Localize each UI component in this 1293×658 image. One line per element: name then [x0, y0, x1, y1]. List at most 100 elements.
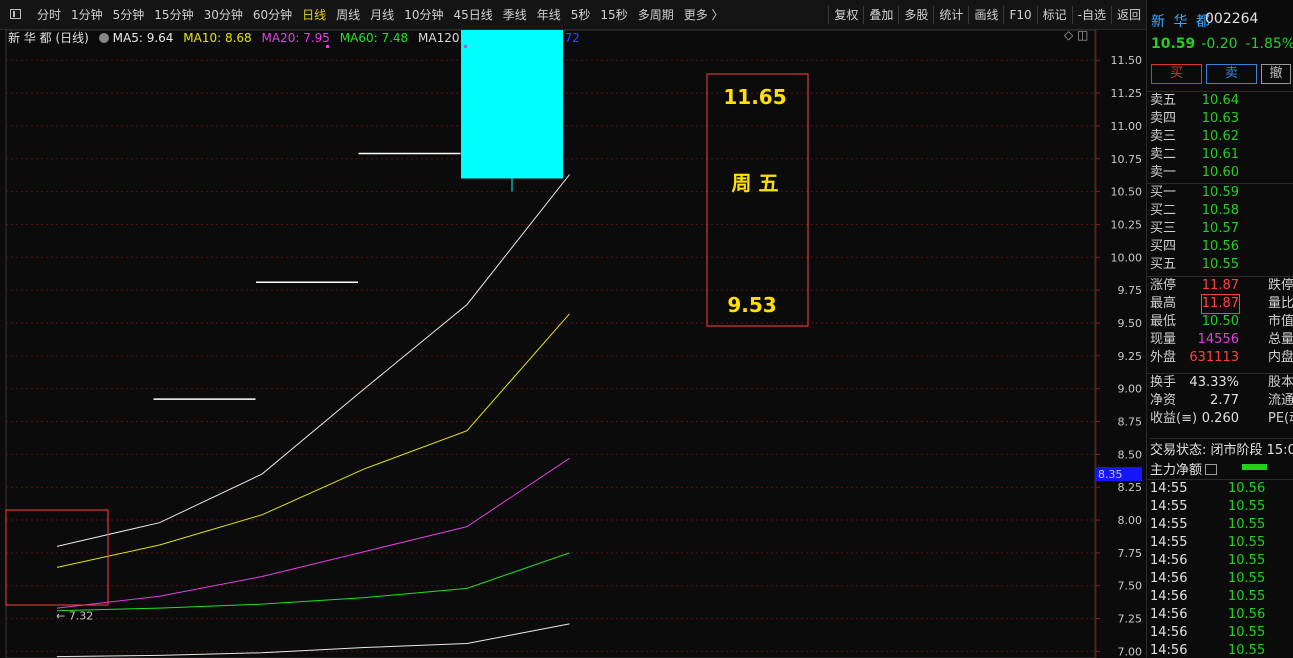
price-change-pct: -1.85%: [1245, 36, 1293, 52]
y-tick-label: 8.75: [1118, 416, 1143, 429]
stats1-label: 涨停: [1150, 278, 1177, 293]
stats2-value: 2.77: [1210, 393, 1239, 408]
period-tab-3[interactable]: 15分钟: [149, 7, 198, 23]
bid-book: 买一 10.59 买二 10.58 买三 10.57 买四 10.56 买五 10.55: [1147, 183, 1293, 274]
tick-row: 14:55 10.55: [1147, 516, 1293, 534]
tick-row: 14:56 10.55: [1147, 570, 1293, 588]
tick-price: 10.55: [1228, 625, 1266, 640]
bids-row: 买二 10.58: [1147, 202, 1293, 220]
stats2-value: 43.33%: [1189, 375, 1239, 390]
tick-time: 14:56: [1150, 643, 1188, 658]
bids-row: 买三 10.57: [1147, 220, 1293, 238]
stats1-value: 11.87: [1201, 278, 1239, 293]
kline-chart[interactable]: 11.50 11.25 11.00 10.75 10.50 10.25 10.00 9.75 9…: [0, 30, 1146, 658]
period-tab-5[interactable]: 60分钟: [248, 7, 297, 23]
bids-row: 买四 10.56: [1147, 238, 1293, 256]
annotation-top-value: 11.65: [723, 85, 786, 109]
period-tab-4[interactable]: 30分钟: [199, 7, 248, 23]
tool-button-4[interactable]: 画线: [968, 6, 1003, 24]
annotation-day: 周 五: [732, 171, 779, 195]
period-tab-12[interactable]: 年线: [532, 7, 566, 23]
asks-value: 10.61: [1201, 147, 1239, 162]
buy-button[interactable]: 买: [1151, 64, 1202, 84]
main-flow-label: 主力净额: [1150, 463, 1203, 478]
stats-block-1: 涨停 11.87 跌停 最高 11.87 量比 最低 10.50 市值 现量 14556 总量 外盘 63…: [1147, 276, 1293, 367]
asks-value: 10.63: [1201, 111, 1239, 126]
period-tab-6[interactable]: 日线: [297, 7, 331, 23]
tick-time: 14:56: [1150, 589, 1188, 604]
stats1-value: 631113: [1189, 350, 1239, 365]
bids-label: 买二: [1150, 203, 1177, 218]
tool-button-3[interactable]: 统计: [933, 6, 968, 24]
stats2-right-label: PE(动: [1268, 411, 1293, 426]
bids-label: 买三: [1150, 221, 1177, 236]
stats1-row: 外盘 631113 内盘: [1147, 349, 1293, 367]
ma10-line: [56, 313, 570, 568]
period-tab-13[interactable]: 5秒: [566, 7, 596, 23]
period-tab-15[interactable]: 多周期: [633, 7, 679, 23]
tool-button-2[interactable]: 多股: [898, 6, 933, 24]
panel-toggle-icon[interactable]: [10, 9, 21, 19]
stats2-right-label: 流通: [1268, 393, 1293, 408]
y-tick-label: 7.75: [1118, 547, 1143, 560]
stats1-right-label: 内盘: [1268, 350, 1293, 365]
stats1-row: 最低 10.50 市值: [1147, 313, 1293, 331]
y-tick-label: 11.00: [1111, 120, 1143, 133]
period-tab-10[interactable]: 45日线: [448, 7, 497, 23]
asks-label: 卖四: [1150, 111, 1177, 126]
y-tick-label: 8.00: [1118, 514, 1143, 527]
period-tab-16[interactable]: 更多 〉: [679, 7, 729, 23]
tick-time: 14:55: [1150, 535, 1188, 550]
tick-time: 14:55: [1150, 499, 1188, 514]
stats1-label: 外盘: [1150, 350, 1177, 365]
y-tick-label: 10.75: [1111, 153, 1143, 166]
stats1-row: 现量 14556 总量: [1147, 331, 1293, 349]
period-tab-9[interactable]: 10分钟: [399, 7, 448, 23]
period-tab-8[interactable]: 月线: [365, 7, 399, 23]
tick-price: 10.56: [1228, 481, 1266, 496]
stats-block-2: 换手 43.33% 股本净资 2.77 流通收益(≡)0.260 PE(动: [1147, 373, 1293, 428]
tick-row: 14:56 10.55: [1147, 588, 1293, 606]
sell-button[interactable]: 卖: [1206, 64, 1257, 84]
top-marker: [464, 45, 467, 48]
y-tick-label: 9.00: [1118, 383, 1143, 396]
tick-price: 10.55: [1228, 571, 1266, 586]
trade-buttons: 买 卖 撤: [1151, 64, 1291, 84]
asks-row: 卖四 10.63: [1147, 110, 1293, 128]
tick-price: 10.55: [1228, 517, 1266, 532]
y-tick-label: 11.50: [1111, 54, 1143, 67]
asks-value: 10.60: [1201, 165, 1239, 180]
bids-row: 买五 10.55: [1147, 256, 1293, 274]
period-tab-14[interactable]: 15秒: [595, 7, 632, 23]
period-tab-2[interactable]: 5分钟: [108, 7, 150, 23]
y-tick-label: 7.25: [1118, 613, 1143, 626]
y-tick-label: 10.50: [1111, 186, 1143, 199]
bids-row: 买一 10.59: [1147, 184, 1293, 202]
tool-button-8[interactable]: 返回: [1110, 6, 1146, 24]
asks-row: 卖三 10.62: [1147, 128, 1293, 146]
asks-row: 卖五 10.64: [1147, 92, 1293, 110]
tick-price: 10.55: [1228, 535, 1266, 550]
stats1-value: 14556: [1197, 332, 1239, 347]
stats1-row: 最高 11.87 量比: [1147, 294, 1293, 314]
period-tab-7[interactable]: 周线: [331, 7, 365, 23]
annotation-bottom-value: 9.53: [727, 293, 776, 317]
stats1-value: 10.50: [1201, 314, 1239, 329]
y-tick-label: 9.25: [1118, 350, 1143, 363]
tool-button-6[interactable]: 标记: [1036, 6, 1072, 24]
period-tab-0[interactable]: 分时: [32, 7, 66, 23]
flow-table-icon[interactable]: [1205, 464, 1218, 475]
quote-panel: 新 华 都 002264 10.59 -0.20 -1.85% 买 卖 撤 卖五 10…: [1146, 0, 1293, 658]
cancel-order-button[interactable]: 撤: [1261, 64, 1291, 84]
tool-button-7[interactable]: -自选: [1071, 6, 1111, 24]
top-marker: [326, 45, 329, 48]
period-tab-1[interactable]: 1分钟: [66, 7, 108, 23]
bids-value: 10.55: [1201, 257, 1239, 272]
tool-button-0[interactable]: 复权: [828, 6, 863, 24]
tick-list[interactable]: 14:55 10.56 14:55 10.55 14:55 10.55 14:55 10.55…: [1147, 479, 1293, 658]
tool-button-1[interactable]: 叠加: [863, 6, 898, 24]
tool-button-5[interactable]: F10: [1003, 6, 1036, 24]
main-flow-row: 主力净额: [1150, 459, 1267, 478]
ma5-line: [56, 174, 570, 547]
period-tab-11[interactable]: 季线: [498, 7, 532, 23]
